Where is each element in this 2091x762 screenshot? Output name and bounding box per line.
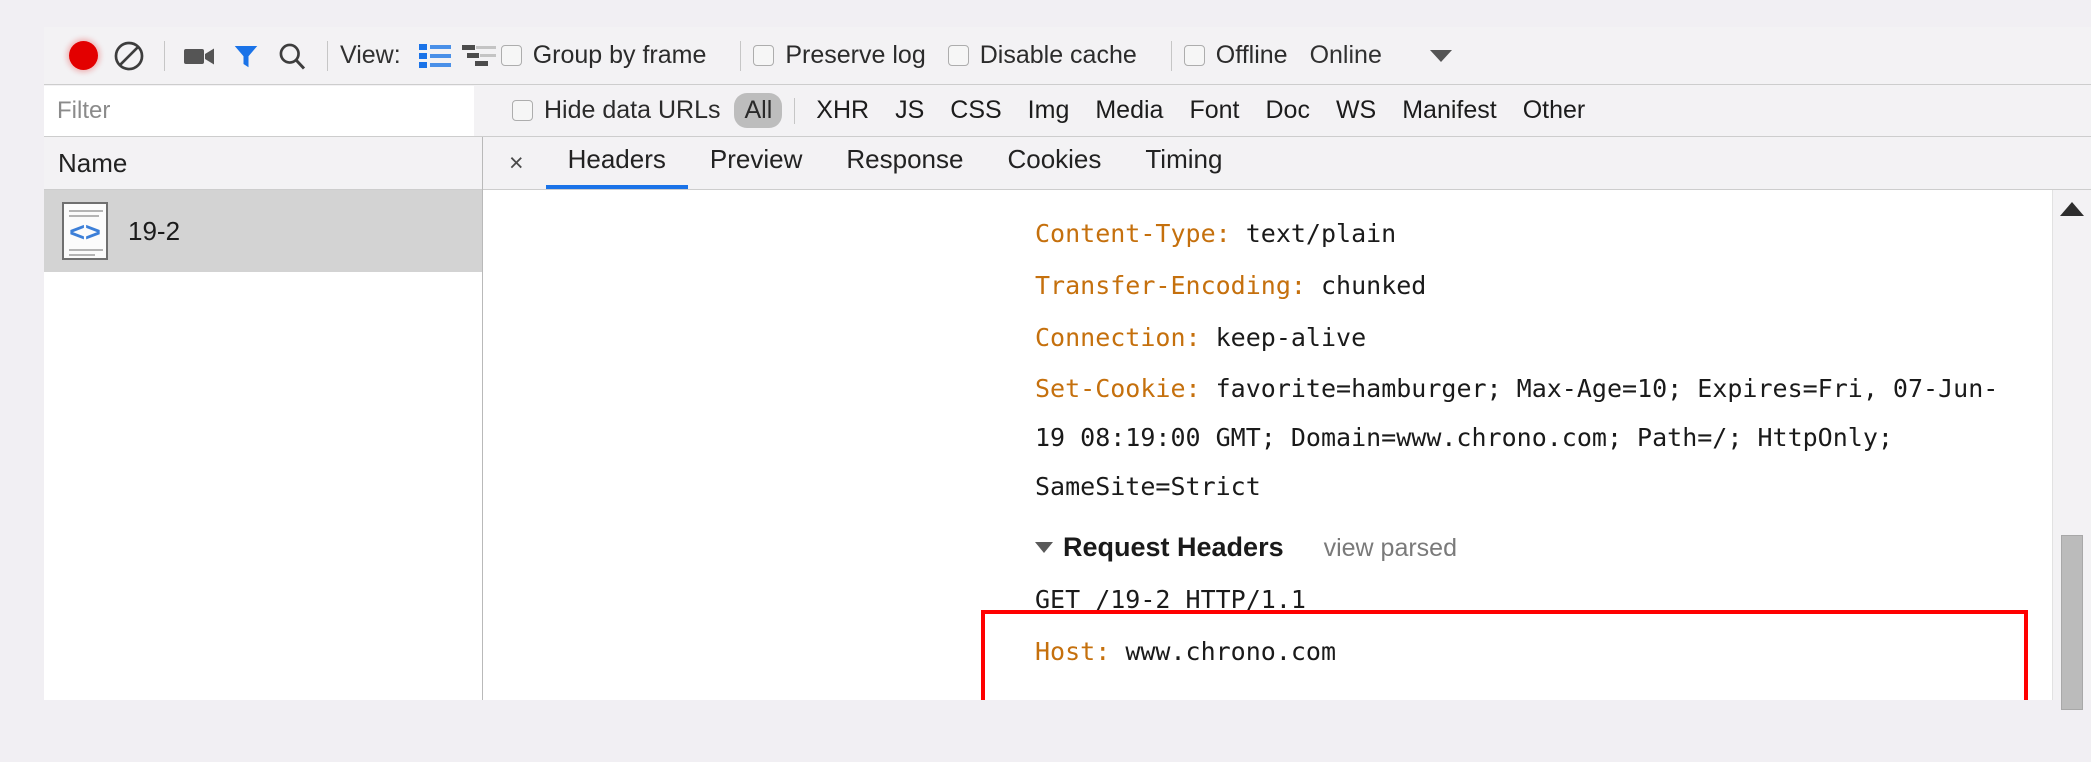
- tab-cookies[interactable]: Cookies: [985, 144, 1123, 189]
- request-name: 19-2: [128, 215, 181, 246]
- preserve-log-label: Preserve log: [785, 41, 926, 69]
- column-header-name[interactable]: Name: [44, 137, 482, 190]
- filter-type-all[interactable]: All: [734, 93, 783, 128]
- filter-input[interactable]: [44, 85, 474, 136]
- filter-type-js[interactable]: JS: [895, 96, 924, 125]
- toolbar-divider-1: [164, 40, 165, 71]
- tab-preview[interactable]: Preview: [688, 144, 824, 189]
- disable-cache-checkbox[interactable]: [947, 45, 969, 66]
- header-name: Host:: [1035, 637, 1111, 666]
- request-line-host: Host: www.chrono.com: [1035, 626, 2052, 678]
- funnel-filter-icon: [234, 45, 258, 67]
- offline-label: Offline: [1215, 41, 1288, 69]
- waterfall-view-icon: [461, 44, 496, 66]
- header-value: chunked: [1305, 271, 1427, 300]
- filter-type-img[interactable]: Img: [1028, 96, 1070, 125]
- toolbar-divider-3: [740, 40, 742, 71]
- toolbar-divider-2: [327, 40, 328, 71]
- hide-data-urls-label: Hide data URLs: [544, 96, 721, 124]
- header-value: www.chrono.com: [1110, 637, 1337, 666]
- tab-response[interactable]: Response: [824, 144, 985, 189]
- clear-button[interactable]: [106, 33, 152, 79]
- scrollbar-thumb[interactable]: [2061, 535, 2083, 710]
- group-by-frame-checkbox[interactable]: [500, 45, 522, 66]
- toolbar-divider-4: [1170, 40, 1172, 71]
- hide-data-urls-checkbox[interactable]: [512, 100, 533, 121]
- request-line-get: GET /19-2 HTTP/1.1: [1035, 574, 2052, 626]
- group-by-frame-label: Group by frame: [532, 41, 707, 69]
- devtools-network-panel: View: Group by frame Preserve log Disabl…: [44, 27, 2091, 710]
- headers-content: Content-Type: text/plain Transfer-Encodi…: [483, 190, 2052, 700]
- filter-type-other[interactable]: Other: [1523, 96, 1586, 125]
- header-line-set-cookie: Set-Cookie: favorite=hamburger; Max-Age=…: [1035, 364, 2052, 511]
- panel-split: Name <> 19-2 × Headers Preview Response …: [44, 137, 2091, 710]
- caret-down-icon[interactable]: [1035, 542, 1053, 553]
- header-name: Connection:: [1035, 323, 1201, 352]
- filter-type-css[interactable]: CSS: [950, 96, 1001, 125]
- filter-type-font[interactable]: Font: [1189, 96, 1239, 125]
- filter-divider: [794, 97, 796, 124]
- tab-headers[interactable]: Headers: [545, 144, 688, 189]
- record-button[interactable]: [60, 33, 106, 79]
- filter-type-doc[interactable]: Doc: [1265, 96, 1309, 125]
- header-value: text/plain: [1230, 219, 1397, 248]
- chevron-down-icon[interactable]: [1429, 49, 1452, 62]
- filter-type-manifest[interactable]: Manifest: [1402, 96, 1496, 125]
- vertical-scrollbar[interactable]: [2052, 190, 2091, 710]
- document-code-icon: <>: [62, 202, 108, 260]
- view-parsed-link[interactable]: view parsed: [1324, 522, 1457, 574]
- detail-content-wrap: Content-Type: text/plain Transfer-Encodi…: [483, 190, 2091, 710]
- offline-checkbox[interactable]: [1183, 45, 1205, 66]
- header-name: Content-Type:: [1035, 219, 1231, 248]
- header-line-content-type: Content-Type: text/plain: [1035, 208, 2052, 260]
- clear-no-entry-icon: [114, 41, 144, 70]
- response-headers-list: Content-Type: text/plain Transfer-Encodi…: [483, 190, 2052, 678]
- header-line-transfer-encoding: Transfer-Encoding: chunked: [1035, 260, 2052, 312]
- network-toolbar: View: Group by frame Preserve log Disabl…: [44, 27, 2091, 85]
- filter-bar: Hide data URLs All XHR JS CSS Img Media …: [44, 85, 2091, 137]
- request-detail-pane: × Headers Preview Response Cookies Timin…: [483, 137, 2091, 710]
- capture-screenshots-button[interactable]: [177, 33, 223, 79]
- header-line-connection: Connection: keep-alive: [1035, 312, 2052, 364]
- list-view-icon: [418, 43, 451, 68]
- request-headers-title: Request Headers: [1063, 532, 1284, 562]
- header-name: Set-Cookie:: [1035, 374, 1201, 403]
- filter-type-xhr[interactable]: XHR: [816, 96, 869, 125]
- camera-filmstrip-icon: [184, 48, 214, 64]
- request-list-pane: Name <> 19-2: [44, 137, 483, 700]
- disable-cache-label: Disable cache: [979, 41, 1137, 69]
- request-headers-section-header[interactable]: Request Headers view parsed: [1035, 521, 2052, 574]
- request-list-item[interactable]: <> 19-2: [44, 190, 482, 272]
- throttling-value[interactable]: Online: [1310, 41, 1382, 70]
- request-line-value: GET /19-2 HTTP/1.1: [1035, 585, 1306, 614]
- view-label: View:: [340, 41, 401, 69]
- scroll-up-arrow-icon[interactable]: [2060, 202, 2084, 216]
- preserve-log-checkbox[interactable]: [753, 45, 775, 66]
- view-waterfall-button[interactable]: [457, 36, 501, 76]
- magnifier-search-icon: [279, 43, 306, 70]
- tab-timing[interactable]: Timing: [1123, 144, 1244, 189]
- header-value: keep-alive: [1200, 323, 1367, 352]
- view-list-button[interactable]: [413, 36, 457, 76]
- filter-type-ws[interactable]: WS: [1336, 96, 1376, 125]
- search-button[interactable]: [269, 33, 315, 79]
- record-dot-icon: [68, 41, 98, 70]
- detail-tabs: × Headers Preview Response Cookies Timin…: [483, 137, 2091, 190]
- filter-type-media[interactable]: Media: [1095, 96, 1163, 125]
- filter-toggle-button[interactable]: [223, 33, 269, 79]
- close-detail-button[interactable]: ×: [483, 149, 546, 189]
- header-name: Transfer-Encoding:: [1035, 271, 1306, 300]
- header-line-clipped: [1035, 190, 2052, 208]
